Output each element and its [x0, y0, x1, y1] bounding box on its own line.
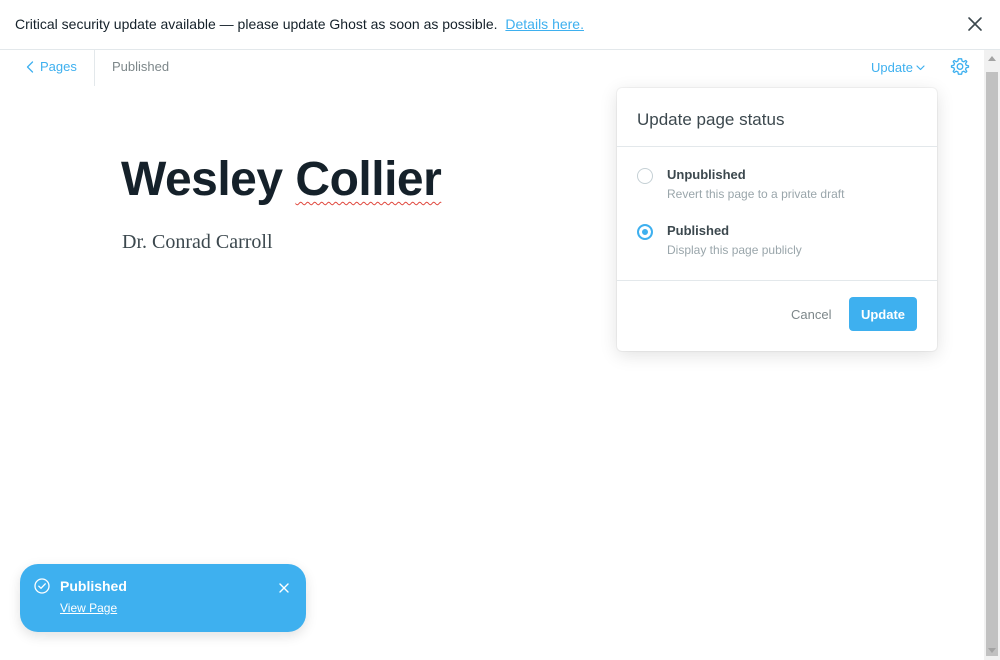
radio-published[interactable]	[637, 224, 653, 240]
topbar-divider	[94, 50, 95, 86]
banner-close-button[interactable]	[966, 15, 984, 33]
option-label: Published	[667, 223, 730, 238]
popover-divider	[617, 280, 937, 281]
back-to-pages-link[interactable]: Pages	[26, 59, 77, 74]
close-icon	[279, 583, 289, 593]
toast-close-button[interactable]	[279, 580, 289, 593]
cancel-button[interactable]: Cancel	[791, 307, 831, 322]
close-icon	[968, 17, 982, 31]
update-trigger-label: Update	[871, 60, 913, 75]
banner-message: Critical security update available — ple…	[15, 16, 498, 32]
back-link-label: Pages	[40, 59, 77, 74]
banner-text: Critical security update available — ple…	[15, 16, 584, 32]
option-label: Unpublished	[667, 167, 746, 182]
gear-icon	[950, 58, 970, 75]
update-status-popover: Update page status Unpublished Revert th…	[617, 88, 937, 351]
chevron-down-icon	[916, 64, 925, 70]
radio-unpublished[interactable]	[637, 168, 653, 184]
option-description: Display this page publicly	[667, 243, 802, 257]
page-body-editor[interactable]: Dr. Conrad Carroll	[122, 231, 273, 254]
vertical-scrollbar[interactable]	[984, 50, 1000, 660]
popover-title: Update page status	[637, 110, 785, 129]
page-status-label: Published	[112, 59, 170, 74]
scrollbar-thumb[interactable]	[986, 72, 998, 656]
published-toast: Published View Page	[20, 564, 306, 632]
check-circle-icon	[34, 578, 50, 594]
title-word-first: Wesley	[121, 153, 283, 206]
update-menu-trigger[interactable]: Update	[871, 60, 925, 75]
security-banner: Critical security update available — ple…	[0, 0, 1000, 50]
editor-topbar: Pages Published Update	[0, 50, 984, 86]
banner-details-link[interactable]: Details here.	[505, 16, 584, 32]
chevron-left-icon	[26, 60, 34, 73]
settings-button[interactable]	[950, 57, 970, 77]
title-word-second: Collier	[295, 153, 442, 206]
page-title-input[interactable]: Wesley Collier	[121, 152, 442, 207]
scroll-down-arrow-icon[interactable]	[988, 648, 996, 653]
update-button[interactable]: Update	[849, 297, 917, 331]
popover-divider	[617, 146, 937, 147]
view-page-link[interactable]: View Page	[60, 601, 117, 615]
option-description: Revert this page to a private draft	[667, 187, 845, 201]
scroll-up-arrow-icon[interactable]	[988, 56, 996, 61]
toast-title: Published	[60, 578, 127, 594]
